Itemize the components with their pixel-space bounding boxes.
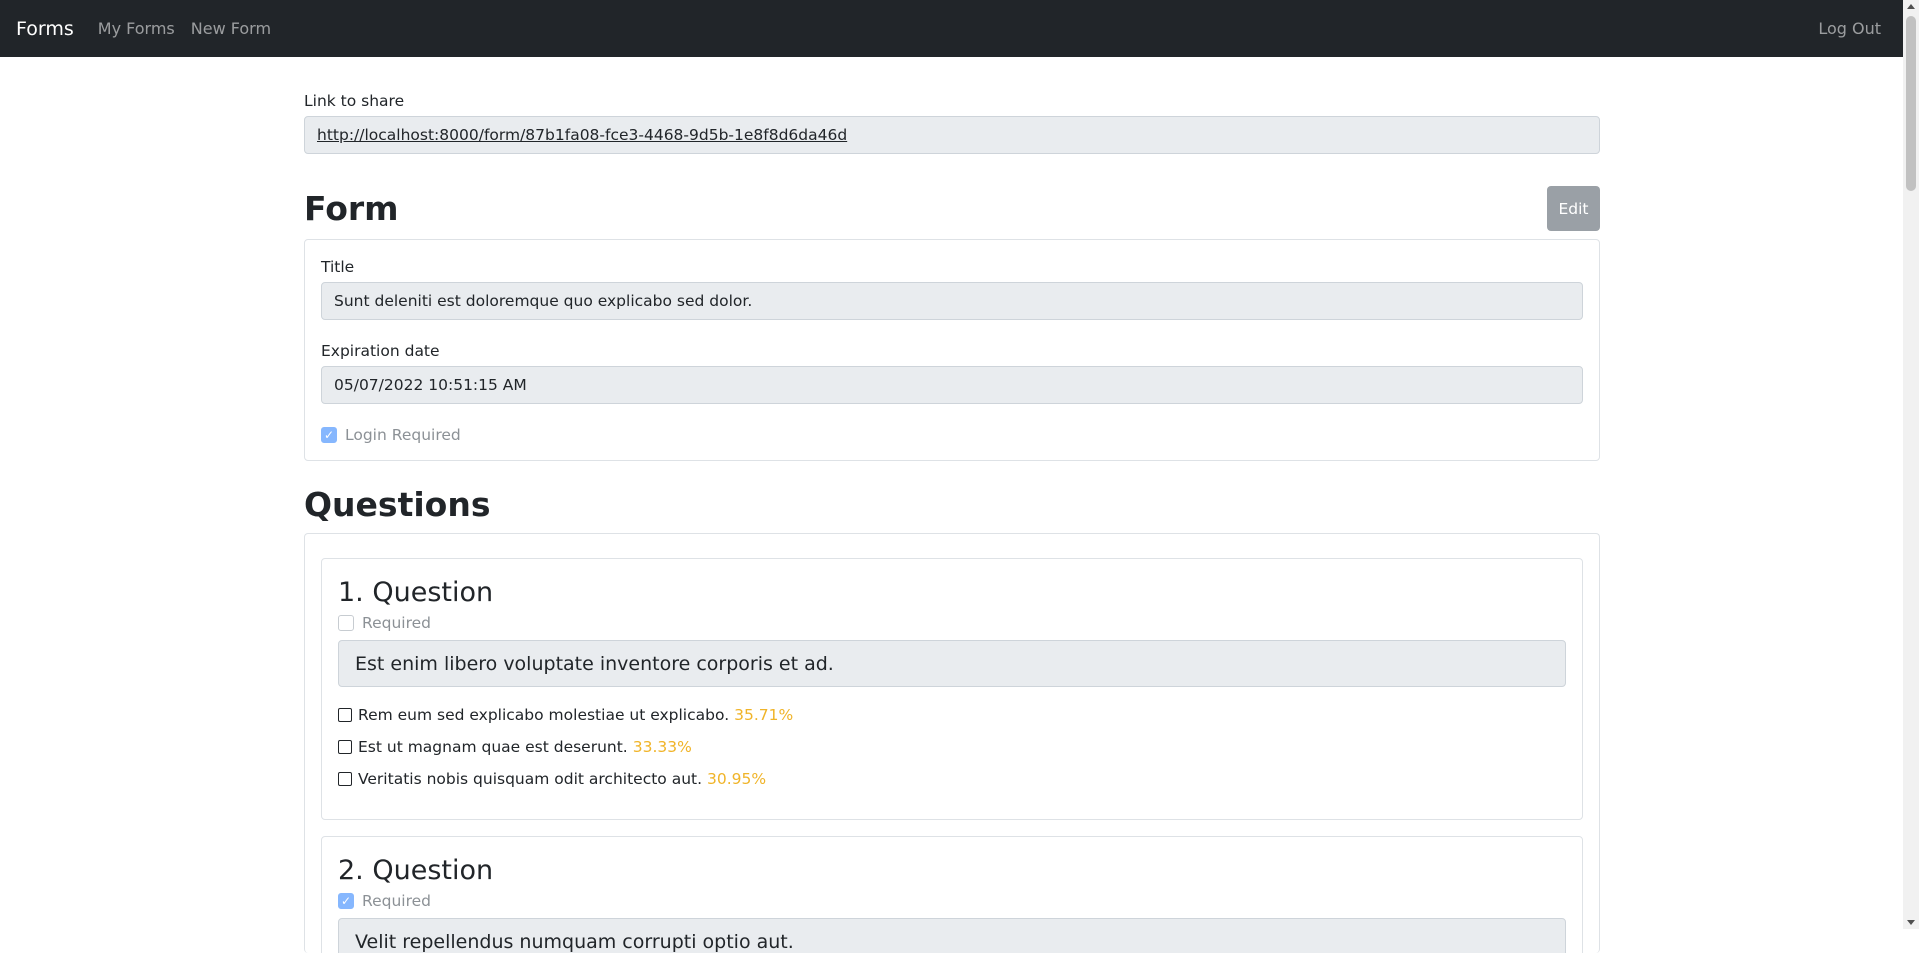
expiration-label: Expiration date (321, 342, 440, 360)
option-checkbox-icon[interactable] (338, 740, 352, 754)
form-heading: Form (304, 189, 399, 228)
question-card: 1. Question Required Est enim libero vol… (321, 558, 1583, 820)
scroll-thumb[interactable] (1906, 16, 1916, 191)
question-required-checkbox-row[interactable]: Required (338, 614, 1566, 632)
question-text-field[interactable]: Velit repellendus numquam corrupti optio… (338, 918, 1566, 953)
option-label: Est ut magnam quae est deserunt. (358, 738, 628, 756)
edit-button[interactable]: Edit (1547, 186, 1600, 231)
question-required-checkbox-row[interactable]: ✓ Required (338, 892, 1566, 910)
questions-header: Questions (304, 479, 1600, 529)
main-container: Link to share http://localhost:8000/form… (304, 57, 1600, 953)
questions-card: 1. Question Required Est enim libero vol… (304, 533, 1600, 953)
question-card: 2. Question ✓ Required Velit repellendus… (321, 836, 1583, 953)
questions-heading: Questions (304, 484, 491, 524)
option-item[interactable]: Veritatis nobis quisquam odit architecto… (338, 763, 1566, 795)
share-link-label: Link to share (304, 92, 405, 110)
title-label: Title (321, 258, 355, 276)
page-scrollbar[interactable] (1903, 0, 1919, 929)
form-header: Form Edit (304, 186, 1600, 231)
form-details-card: Title Sunt deleniti est doloremque quo e… (304, 239, 1600, 461)
question-text-field[interactable]: Est enim libero voluptate inventore corp… (338, 640, 1566, 687)
checkbox-unchecked-icon[interactable] (338, 615, 354, 631)
logout-link[interactable]: Log Out (1818, 19, 1881, 38)
option-checkbox-icon[interactable] (338, 708, 352, 722)
nav-my-forms[interactable]: My Forms (98, 19, 175, 38)
login-required-checkbox-row[interactable]: ✓ Login Required (321, 426, 1583, 444)
checkbox-checked-icon[interactable]: ✓ (321, 427, 337, 443)
question-title: 2. Question (338, 855, 494, 886)
option-percent: 33.33% (632, 738, 692, 756)
option-percent: 30.95% (707, 770, 767, 788)
expiration-field[interactable]: 05/07/2022 10:51:15 AM (321, 366, 1583, 404)
top-navbar: Forms My Forms New Form Log Out (0, 0, 1903, 57)
question-title: 1. Question (338, 577, 494, 608)
option-label: Veritatis nobis quisquam odit architecto… (358, 770, 703, 788)
options-list: Rem eum sed explicabo molestiae ut expli… (338, 699, 1566, 803)
scroll-down-arrow-icon[interactable] (1907, 920, 1915, 925)
option-item[interactable]: Rem eum sed explicabo molestiae ut expli… (338, 699, 1566, 731)
nav-new-form[interactable]: New Form (191, 19, 271, 38)
login-required-label: Login Required (345, 426, 461, 444)
option-checkbox-icon[interactable] (338, 772, 352, 786)
option-percent: 35.71% (734, 706, 794, 724)
required-label: Required (362, 892, 431, 910)
option-label: Rem eum sed explicabo molestiae ut expli… (358, 706, 730, 724)
share-link[interactable]: http://localhost:8000/form/87b1fa08-fce3… (317, 126, 847, 144)
title-field[interactable]: Sunt deleniti est doloremque quo explica… (321, 282, 1583, 320)
share-link-field: http://localhost:8000/form/87b1fa08-fce3… (304, 116, 1600, 154)
checkbox-checked-icon[interactable]: ✓ (338, 893, 354, 909)
scroll-up-arrow-icon[interactable] (1907, 4, 1915, 9)
brand-link[interactable]: Forms (16, 18, 74, 40)
required-label: Required (362, 614, 431, 632)
option-item[interactable]: Est ut magnam quae est deserunt. 33.33% (338, 731, 1566, 763)
